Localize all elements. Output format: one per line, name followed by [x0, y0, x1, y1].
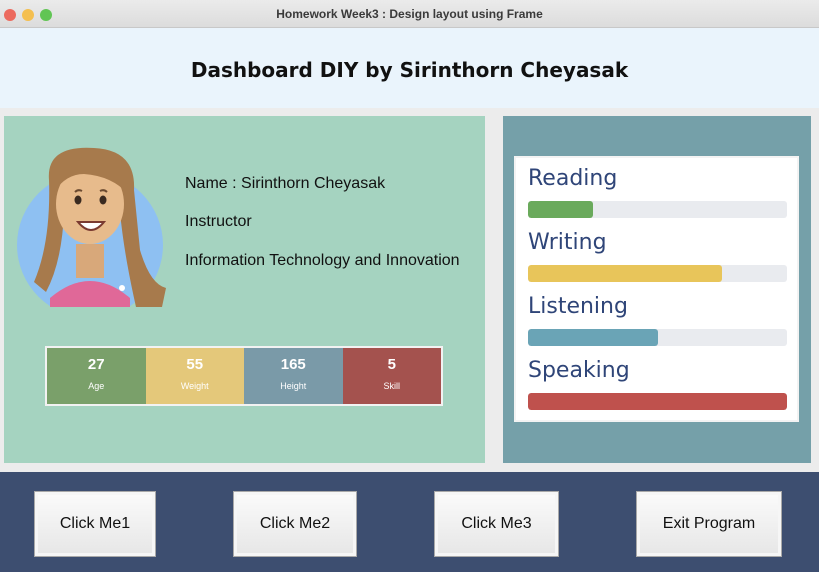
stat-height: 165 Height: [244, 348, 343, 404]
skill-speaking-label: Speaking: [528, 358, 630, 383]
skill-writing-bar: [528, 265, 787, 282]
skill-reading-fill: [528, 201, 593, 218]
stat-skill: 5 Skill: [342, 348, 441, 404]
stats-bar: 27 Age 55 Weight 165 Height 5 Skill: [45, 346, 443, 406]
header-frame: Dashboard DIY by Sirinthorn Cheyasak: [0, 28, 819, 108]
profile-frame: Name : Sirinthorn Cheyasak Instructor In…: [4, 116, 485, 463]
girl-avatar-icon: [17, 147, 166, 307]
skills-frame: Reading Writing Listening Speaking: [503, 116, 811, 463]
skills-card: Reading Writing Listening Speaking: [514, 156, 799, 422]
exit-program-button[interactable]: Exit Program: [636, 491, 782, 557]
stat-weight-value: 55: [186, 356, 204, 373]
skill-writing-fill: [528, 265, 723, 282]
skill-writing-label: Writing: [528, 230, 607, 255]
stat-weight-label: Weight: [180, 381, 209, 391]
click-me3-button[interactable]: Click Me3: [434, 491, 559, 557]
skill-listening-bar: [528, 329, 787, 346]
window-title: Homework Week3 : Design layout using Fra…: [276, 7, 543, 21]
click-me2-button[interactable]: Click Me2: [233, 491, 357, 557]
stat-skill-label: Skill: [383, 381, 400, 391]
profile-department: Information Technology and Innovation: [185, 252, 460, 269]
skill-reading-bar: [528, 201, 787, 218]
stat-skill-value: 5: [387, 356, 396, 373]
click-me1-button[interactable]: Click Me1: [34, 491, 156, 557]
stat-age: 27 Age: [47, 348, 146, 404]
skill-speaking-fill: [528, 393, 787, 410]
stat-height-label: Height: [280, 381, 307, 391]
profile-role: Instructor: [185, 213, 252, 230]
skill-reading-label: Reading: [528, 166, 618, 191]
page-title: Dashboard DIY by Sirinthorn Cheyasak: [190, 58, 629, 82]
skill-listening-label: Listening: [528, 294, 628, 319]
stat-weight: 55 Weight: [145, 348, 244, 404]
window-titlebar: Homework Week3 : Design layout using Fra…: [0, 0, 819, 28]
profile-name: Name : Sirinthorn Cheyasak: [185, 175, 386, 192]
skill-listening-fill: [528, 329, 658, 346]
button-frame: Click Me1 Click Me2 Click Me3 Exit Progr…: [0, 472, 819, 572]
stat-age-value: 27: [87, 356, 105, 373]
stat-height-value: 165: [280, 356, 306, 373]
skill-speaking-bar: [528, 393, 787, 410]
stat-age-label: Age: [88, 381, 105, 391]
